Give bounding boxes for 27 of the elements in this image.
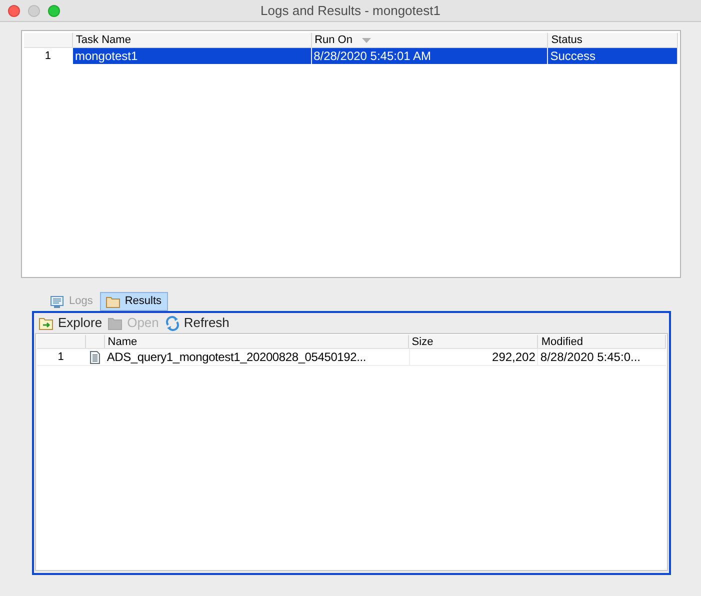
column-header[interactable]: Status (548, 33, 678, 47)
toolbar-button[interactable]: Refresh (164, 313, 230, 333)
table-cell: mongotest1 (72, 48, 312, 64)
window-title: Logs and Results - mongotest1 (260, 2, 440, 20)
table-cell: Success (548, 48, 678, 64)
folder-icon (106, 296, 120, 308)
column-header[interactable]: Modified (538, 335, 666, 348)
sort-icon (362, 38, 372, 42)
table-cell-text: 8/28/2020 5:45:0... (539, 349, 642, 365)
column-header[interactable]: Task Name (72, 33, 312, 47)
table-cell-text: ADS_query1_mongotest1_20200828_05450192... (106, 349, 367, 365)
minimize-icon[interactable] (28, 5, 40, 17)
zoom-icon[interactable] (48, 5, 60, 17)
folder-arrow-icon (39, 316, 54, 330)
folder-icon (108, 316, 124, 330)
refresh-icon (164, 316, 180, 330)
column-header[interactable]: Size (408, 335, 538, 348)
tab[interactable]: Results (100, 292, 168, 311)
table-cell: 8/28/2020 5:45:01 AM (312, 48, 548, 64)
column-header[interactable]: Run On (312, 33, 548, 47)
monitor-icon (50, 296, 64, 308)
column-header[interactable]: Name (104, 335, 409, 348)
toolbar-button[interactable]: Explore (39, 313, 102, 333)
table-row[interactable]: 1 mongotest1 8/28/2020 5:45:01 AM Success (24, 48, 678, 64)
table-cell: 292,202 (408, 349, 538, 365)
close-icon[interactable] (8, 5, 20, 17)
row-number: 1 (56, 350, 65, 365)
